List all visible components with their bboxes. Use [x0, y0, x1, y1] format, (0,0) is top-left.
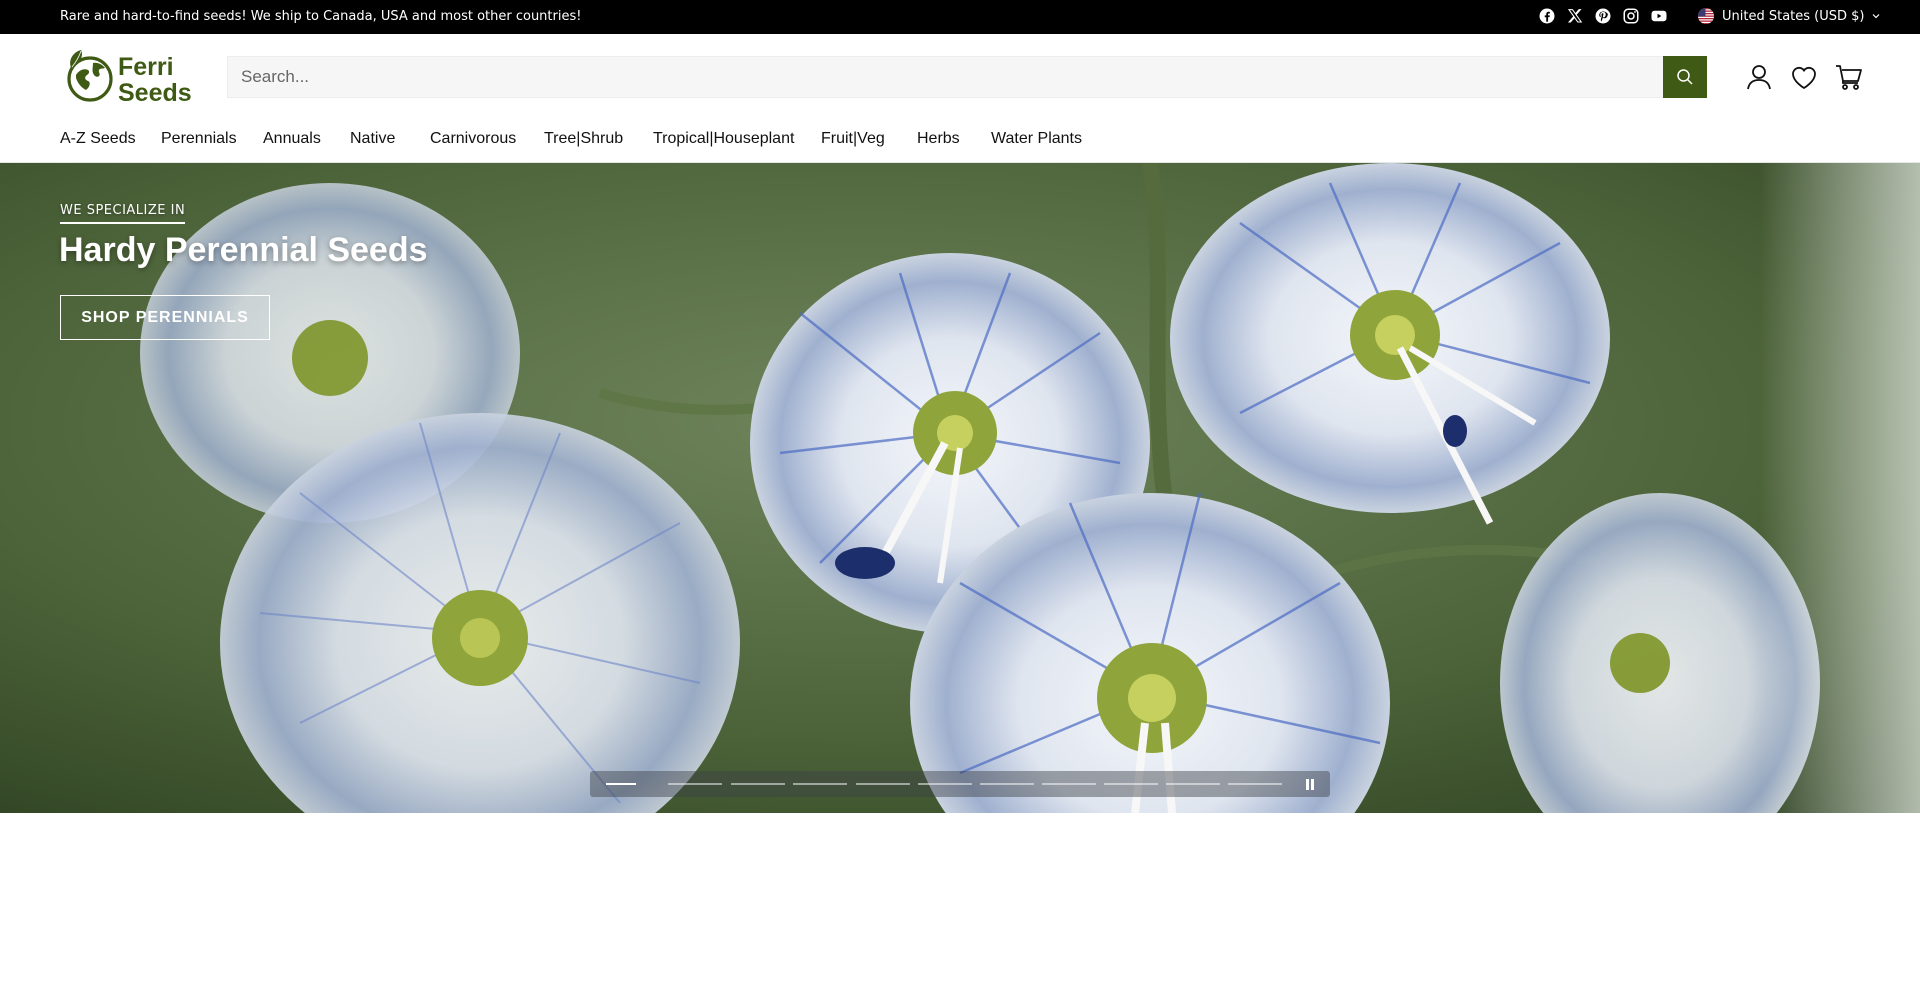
slide-dot[interactable]: [1042, 783, 1096, 785]
nav-item-tropical-houseplant[interactable]: Tropical|Houseplant: [653, 130, 794, 148]
nav-item-fruit-veg[interactable]: Fruit|Veg: [821, 130, 885, 148]
hero-title: Hardy Perennial Seeds: [59, 231, 428, 269]
shop-perennials-button[interactable]: SHOP PERENNIALS: [60, 295, 270, 340]
nav-item-native[interactable]: Native: [350, 130, 395, 148]
nav-item-annuals[interactable]: Annuals: [263, 130, 321, 148]
us-flag-icon: [1698, 8, 1714, 24]
main-nav: A-Z Seeds Perennials Annuals Native Carn…: [0, 118, 1920, 163]
locale-label: United States (USD $): [1722, 8, 1865, 24]
pinterest-icon[interactable]: [1594, 7, 1612, 25]
slide-dot[interactable]: [606, 783, 636, 785]
slide-dot[interactable]: [918, 783, 972, 785]
facebook-icon[interactable]: [1538, 7, 1556, 25]
nav-item-herbs[interactable]: Herbs: [917, 130, 960, 148]
slide-dot[interactable]: [1166, 783, 1220, 785]
ferri-seeds-logo[interactable]: Ferri Seeds: [60, 48, 194, 106]
cart-icon[interactable]: [1834, 62, 1864, 92]
nav-item-water-plants[interactable]: Water Plants: [991, 130, 1082, 148]
chevron-down-icon: [1872, 14, 1879, 19]
site-header: Ferri Seeds: [0, 34, 1920, 118]
search-icon: [1677, 69, 1693, 85]
search-button[interactable]: [1663, 56, 1707, 98]
announcement-text: Rare and hard-to-find seeds! We ship to …: [60, 9, 582, 24]
slide-dot[interactable]: [856, 783, 910, 785]
youtube-icon[interactable]: [1650, 7, 1668, 25]
nav-item-tree-shrub[interactable]: Tree|Shrub: [544, 130, 623, 148]
pause-icon[interactable]: [1305, 779, 1315, 790]
slide-dot[interactable]: [980, 783, 1034, 785]
slide-dot[interactable]: [793, 783, 847, 785]
logo-globe-icon: [67, 50, 113, 102]
slide-dot[interactable]: [1104, 783, 1158, 785]
logo-line-2: Seeds: [118, 79, 192, 106]
search-input[interactable]: [228, 57, 1664, 97]
social-links: [1538, 7, 1668, 25]
slideshow-controls: [590, 771, 1330, 797]
wishlist-icon[interactable]: [1789, 62, 1819, 92]
search-bar: [227, 56, 1707, 98]
slide-dot[interactable]: [668, 783, 722, 785]
slide-dot[interactable]: [1228, 783, 1282, 785]
nav-item-carnivorous[interactable]: Carnivorous: [430, 130, 516, 148]
hero-eyebrow: WE SPECIALIZE IN: [60, 203, 186, 224]
announcement-bar: Rare and hard-to-find seeds! We ship to …: [0, 0, 1920, 34]
slide-dot[interactable]: [731, 783, 785, 785]
account-icon[interactable]: [1744, 62, 1774, 92]
x-icon[interactable]: [1566, 7, 1584, 25]
logo-line-1: Ferri: [118, 53, 174, 81]
locale-selector[interactable]: United States (USD $): [1698, 8, 1881, 24]
nav-item-a-z-seeds[interactable]: A-Z Seeds: [60, 130, 136, 148]
hero-banner: WE SPECIALIZE IN Hardy Perennial Seeds S…: [0, 163, 1920, 813]
nav-item-perennials[interactable]: Perennials: [161, 130, 237, 148]
instagram-icon[interactable]: [1622, 7, 1640, 25]
